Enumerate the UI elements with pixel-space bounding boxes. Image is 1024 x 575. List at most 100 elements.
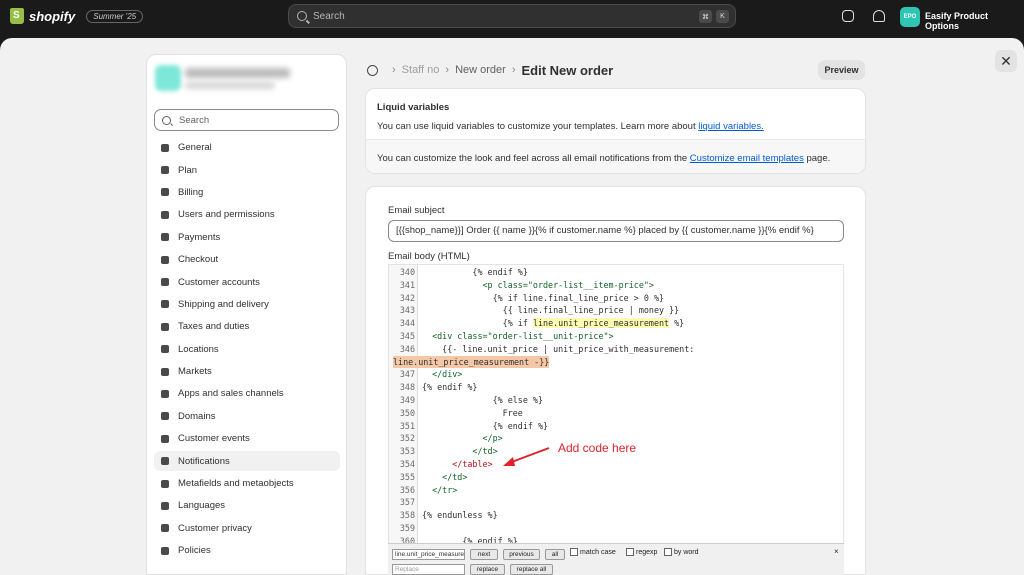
code-line: 346 {{- line.unit_price | unit_price_wit… <box>389 343 843 356</box>
line-number: 348 <box>399 382 415 393</box>
sidebar-item-customer-privacy[interactable]: Customer privacy <box>154 519 340 538</box>
find-next-button[interactable]: next <box>470 549 498 560</box>
find-previous-button[interactable]: previous <box>503 549 540 560</box>
settings-search-input[interactable]: Search <box>154 109 339 131</box>
line-number: 340 <box>399 267 415 277</box>
search-icon <box>162 115 171 125</box>
shipping-and-delivery-icon <box>160 299 170 309</box>
close-button[interactable]: ✕ <box>995 50 1017 72</box>
sidebar-item-label: Customer accounts <box>178 276 260 288</box>
code-line: 359 <box>389 522 843 535</box>
sidebar-item-label: Metafields and metaobjects <box>178 478 294 490</box>
sidebar-item-users-and-permissions[interactable]: Users and permissions <box>154 205 340 224</box>
locations-icon <box>160 344 170 354</box>
sidebar-item-general[interactable]: General <box>154 138 340 157</box>
annotation-text: Add code here <box>558 441 637 455</box>
code-line: 347 </div> <box>389 368 843 381</box>
shop-avatar <box>155 65 181 91</box>
store-name[interactable]: Easify Product Options <box>925 11 1024 31</box>
breadcrumb-staff[interactable]: Staff no <box>402 64 440 76</box>
match-case-label: match case <box>580 548 616 556</box>
sidebar-item-label: Notifications <box>178 455 230 467</box>
sidebar-item-markets[interactable]: Markets <box>154 362 340 381</box>
regexp-label: regexp <box>636 548 658 556</box>
sidebar-item-customer-accounts[interactable]: Customer accounts <box>154 272 340 291</box>
by-word-option[interactable]: by word <box>664 548 699 556</box>
sidebar-item-label: Users and permissions <box>178 209 275 221</box>
sidebar-item-label: Customer events <box>178 433 250 445</box>
breadcrumb: › Staff no › New order › Edit New order <box>367 61 613 79</box>
sidekick-icon[interactable] <box>842 10 854 22</box>
sidebar-item-checkout[interactable]: Checkout <box>154 250 340 269</box>
liquid-variables-card: Liquid variables You can use liquid vari… <box>365 88 866 174</box>
store-avatar[interactable]: EPO <box>900 7 920 27</box>
sidebar-item-label: Apps and sales channels <box>178 388 284 400</box>
code-text: {% endunless %} <box>422 510 498 521</box>
breadcrumb-separator: › <box>511 64 516 76</box>
policies-icon <box>160 546 170 556</box>
code-text: {% else %} <box>422 395 544 405</box>
match-case-checkbox[interactable] <box>570 548 578 556</box>
sidebar-item-label: Policies <box>178 545 211 557</box>
breadcrumb-new-order[interactable]: New order <box>455 64 506 76</box>
by-word-checkbox[interactable] <box>664 548 672 556</box>
code-text: {% endif %} <box>422 420 549 431</box>
code-line: 342 {% if line.final_line_price > 0 %} <box>389 292 843 305</box>
liquid-variables-link[interactable]: liquid variables. <box>698 121 763 132</box>
customize-suffix: page. <box>803 153 831 164</box>
sidebar-item-payments[interactable]: Payments <box>154 228 340 247</box>
page-title: Edit New order <box>521 62 614 78</box>
bell-icon[interactable] <box>873 10 885 22</box>
regexp-option[interactable]: regexp <box>626 548 657 556</box>
replace-all-button[interactable]: replace all <box>510 564 553 575</box>
replace-input[interactable]: Replace <box>392 564 465 575</box>
sidebar-item-plan[interactable]: Plan <box>154 160 340 179</box>
regexp-checkbox[interactable] <box>626 548 634 556</box>
replace-button[interactable]: replace <box>470 564 505 575</box>
customer-accounts-icon <box>160 277 170 287</box>
sidebar-item-label: Payments <box>178 231 221 243</box>
email-subject-input[interactable]: [{{shop_name}}] Order {{ name }}{% if cu… <box>388 220 844 242</box>
sidebar-item-customer-events[interactable]: Customer events <box>154 429 340 448</box>
line-number: 354 <box>399 459 415 469</box>
find-close-icon[interactable]: × <box>834 547 839 556</box>
find-input[interactable]: line.unit_price_measure <box>392 549 465 560</box>
preview-button[interactable]: Preview <box>818 60 865 80</box>
code-editor[interactable]: 340 {% endif %} 341 <p class="order-list_… <box>388 264 844 564</box>
sidebar-item-locations[interactable]: Locations <box>154 340 340 359</box>
shopify-logo[interactable]: shopify Summer '25 <box>10 8 144 24</box>
sidebar-item-apps-and-sales-channels[interactable]: Apps and sales channels <box>154 384 340 403</box>
code-text: {% endif %} <box>422 382 478 393</box>
match-case-option[interactable]: match case <box>570 548 616 556</box>
find-all-button[interactable]: all <box>545 549 565 560</box>
sidebar-item-languages[interactable]: Languages <box>154 496 340 515</box>
code-text: </td> <box>422 471 468 482</box>
shopify-bag-icon <box>10 8 24 24</box>
line-number: 357 <box>399 497 415 508</box>
line-number: 351 <box>399 420 415 431</box>
global-search-input[interactable]: Search ⌘ K <box>288 4 736 28</box>
line-number: 345 <box>399 331 415 341</box>
card-title: Liquid variables <box>377 102 450 113</box>
edition-badge: Summer '25 <box>86 9 144 23</box>
settings-search-placeholder: Search <box>179 114 210 126</box>
code-text: Free <box>422 407 523 418</box>
sidebar-item-billing[interactable]: Billing <box>154 183 340 202</box>
sidebar-item-domains[interactable]: Domains <box>154 407 340 426</box>
sidebar-item-shipping-and-delivery[interactable]: Shipping and delivery <box>154 295 340 314</box>
code-line: 349 {% else %} <box>389 394 843 407</box>
sidebar-item-metafields-and-metaobjects[interactable]: Metafields and metaobjects <box>154 474 340 493</box>
sidebar-item-label: Locations <box>178 343 219 355</box>
code-text: {{- line.unit_price | unit_price_with_me… <box>422 343 695 354</box>
sidebar-item-notifications[interactable]: Notifications <box>154 451 340 471</box>
sidebar-item-label: Customer privacy <box>178 522 252 534</box>
sidebar-item-policies[interactable]: Policies <box>154 541 340 560</box>
line-number: 355 <box>399 471 415 482</box>
code-line: 340 {% endif %} <box>389 266 843 279</box>
customize-email-templates-link[interactable]: Customize email templates <box>690 153 804 164</box>
customer-privacy-icon <box>160 523 170 533</box>
customize-text: You can customize the look and feel acro… <box>377 153 830 164</box>
sidebar-item-taxes-and-duties[interactable]: Taxes and duties <box>154 317 340 336</box>
code-text: </td> <box>422 446 498 457</box>
notifications-icon[interactable] <box>367 64 378 76</box>
